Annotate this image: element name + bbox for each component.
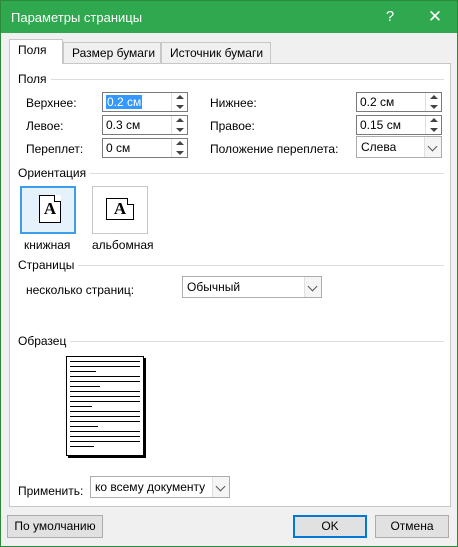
gutter-value[interactable]: 0 см (106, 141, 130, 155)
preview-line (70, 436, 140, 437)
preview-line (70, 381, 140, 382)
right-margin-label: Правое: (210, 119, 255, 133)
preview-line (70, 366, 140, 367)
landscape-page-icon: A (106, 198, 134, 220)
gutter-position-value: Слева (361, 140, 397, 154)
gutter-label: Переплет: (26, 142, 84, 156)
apply-to-label: Применить: (18, 484, 84, 498)
right-margin-down-icon[interactable] (426, 125, 441, 134)
preview-line (70, 416, 140, 417)
pages-group-header: Страницы (18, 258, 444, 272)
portrait-label[interactable]: книжная (24, 238, 70, 252)
tab-panel: Поля Верхнее: 0.2 см Нижнее: 0.2 см Лево… (9, 63, 451, 507)
preview-line (70, 371, 96, 372)
preview-line (70, 376, 140, 377)
title-bar[interactable]: Параметры страницы ? ✕ (1, 1, 457, 33)
right-margin-up-icon[interactable] (426, 116, 441, 125)
preview-line (70, 396, 140, 397)
top-margin-spinner[interactable]: 0.2 см (102, 92, 188, 112)
portrait-page-icon: A (39, 195, 61, 223)
preview-line (70, 411, 140, 412)
right-margin-value[interactable]: 0.15 см (360, 118, 401, 132)
landscape-label[interactable]: альбомная (92, 238, 154, 252)
bottom-margin-up-icon[interactable] (426, 93, 441, 102)
top-margin-value[interactable]: 0.2 см (106, 95, 143, 109)
bottom-margin-spinner[interactable]: 0.2 см (356, 92, 442, 112)
preview-line (70, 361, 140, 362)
preview-line (70, 406, 92, 407)
apply-to-value: ко всему документу (95, 480, 206, 494)
left-margin-down-icon[interactable] (172, 125, 187, 134)
preview-line (70, 421, 140, 422)
gutter-position-select[interactable]: Слева (356, 136, 442, 158)
portrait-orientation-button[interactable]: A (20, 186, 76, 234)
multiple-pages-value: Обычный (187, 280, 241, 294)
left-margin-label: Левое: (26, 119, 64, 133)
chevron-down-icon[interactable] (304, 277, 321, 297)
right-margin-spinner[interactable]: 0.15 см (356, 115, 442, 135)
preview-line (70, 401, 140, 402)
gutter-position-label: Положение переплета: (210, 142, 339, 156)
top-margin-label: Верхнее: (26, 96, 77, 110)
preview-line (70, 391, 140, 392)
set-default-button[interactable]: По умолчанию (7, 515, 103, 538)
multiple-pages-label: несколько страниц: (26, 283, 135, 297)
gutter-spinner[interactable]: 0 см (102, 138, 188, 158)
tab-margins[interactable]: Поля (9, 39, 63, 64)
preview-line (70, 441, 140, 442)
bottom-margin-label: Нижнее: (210, 96, 257, 110)
orientation-group-header: Ориентация (18, 166, 444, 180)
multiple-pages-select[interactable]: Обычный (182, 276, 322, 298)
landscape-orientation-button[interactable]: A (92, 186, 148, 234)
left-margin-spinner[interactable]: 0.3 см (102, 115, 188, 135)
help-button[interactable]: ? (377, 5, 403, 29)
page-preview (66, 356, 144, 456)
cancel-button[interactable]: Отмена (375, 515, 449, 538)
close-button[interactable]: ✕ (421, 5, 449, 29)
left-margin-up-icon[interactable] (172, 116, 187, 125)
tab-paper-size[interactable]: Размер бумаги (63, 42, 161, 63)
gutter-up-icon[interactable] (172, 139, 187, 148)
bottom-margin-down-icon[interactable] (426, 102, 441, 111)
margins-group-header: Поля (18, 72, 444, 86)
preview-line (70, 426, 98, 427)
preview-line (70, 431, 140, 432)
bottom-margin-value[interactable]: 0.2 см (360, 95, 394, 109)
preview-group-header: Образец (18, 334, 444, 348)
preview-line (70, 446, 94, 447)
apply-to-select[interactable]: ко всему документу (90, 476, 230, 498)
chevron-down-icon[interactable] (424, 137, 441, 157)
chevron-down-icon[interactable] (212, 477, 229, 497)
top-margin-up-icon[interactable] (172, 93, 187, 102)
window-title: Параметры страницы (11, 10, 143, 25)
gutter-down-icon[interactable] (172, 148, 187, 157)
ok-button[interactable]: OK (293, 515, 367, 538)
top-margin-down-icon[interactable] (172, 102, 187, 111)
page-setup-dialog: Параметры страницы ? ✕ Поля Размер бумаг… (0, 0, 458, 547)
left-margin-value[interactable]: 0.3 см (106, 118, 140, 132)
tab-paper-source[interactable]: Источник бумаги (161, 42, 271, 63)
preview-line (70, 386, 100, 387)
